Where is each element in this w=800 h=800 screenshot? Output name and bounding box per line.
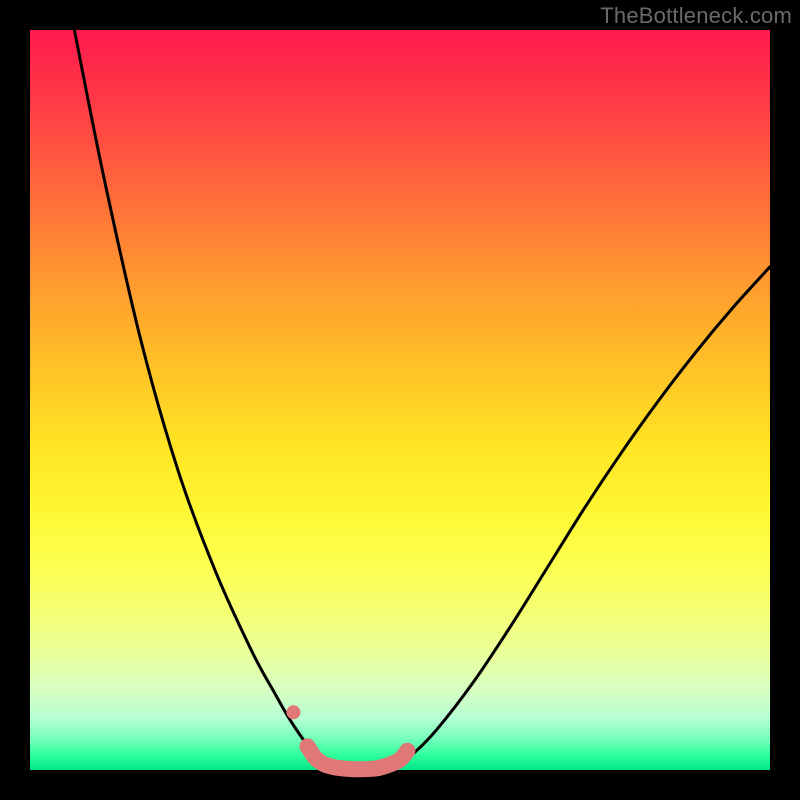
underline-path [308, 746, 408, 769]
underline-dot [286, 705, 300, 719]
curve-overlay [30, 30, 770, 770]
right-curve [400, 267, 770, 763]
watermark-text: TheBottleneck.com [600, 3, 792, 29]
left-curve [74, 30, 322, 763]
